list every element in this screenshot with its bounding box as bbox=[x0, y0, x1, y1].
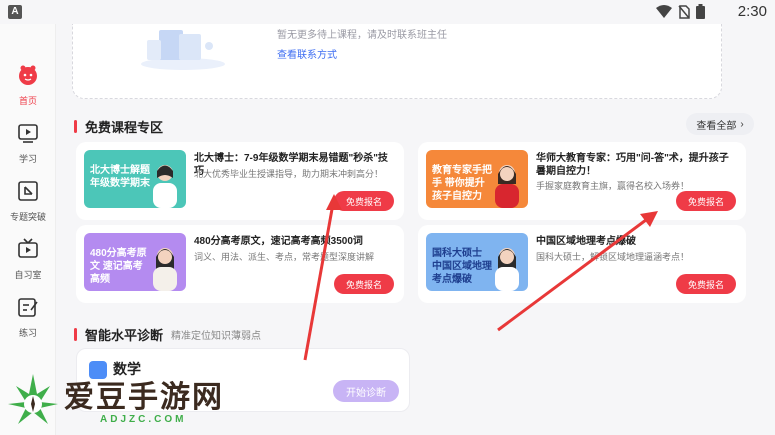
course-description: 词义、用法、派生、考点，常考题型深度讲解 bbox=[194, 252, 375, 262]
course-card[interactable]: 北大博士解题 年级数学期末 北大博士：7-9年级数学期末易错题"秒杀"技巧 北大… bbox=[76, 142, 404, 220]
course-title: 中国区域地理考点爆破 bbox=[536, 236, 636, 247]
free-enroll-button[interactable]: 免费报名 bbox=[334, 274, 394, 294]
view-all-button[interactable]: 查看全部 › bbox=[686, 113, 754, 135]
course-thumbnail: 教育专家手把手 带你提升孩子自控力 bbox=[426, 150, 528, 208]
breakthrough-icon bbox=[18, 181, 38, 201]
battery-icon bbox=[696, 4, 705, 19]
course-thumbnail: 北大博士解题 年级数学期末 bbox=[84, 150, 186, 208]
sidebar-item-label: 学习 bbox=[18, 154, 37, 164]
course-card[interactable]: 480分高考原文 速记高考高频 480分高考原文，速记高考高频3500词 词义、… bbox=[76, 225, 404, 303]
course-thumbnail: 480分高考原文 速记高考高频 bbox=[84, 233, 186, 291]
site-logo-icon bbox=[8, 374, 58, 424]
sidebar-item-study[interactable]: 学习 bbox=[0, 122, 56, 165]
sidebar-item-label: 自习室 bbox=[14, 270, 42, 280]
sidebar-item-label: 专题突破 bbox=[9, 212, 46, 222]
course-card[interactable]: 教育专家手把手 带你提升孩子自控力 华师大教育专家：巧用"问-答"术，提升孩子暑… bbox=[418, 142, 746, 220]
sidebar-item-home[interactable]: 首页 bbox=[0, 64, 56, 107]
free-enroll-button[interactable]: 免费报名 bbox=[676, 191, 736, 211]
teacher-photo bbox=[495, 248, 519, 291]
watermark-title: 爱豆手游网 bbox=[64, 380, 224, 415]
teacher-photo bbox=[153, 165, 177, 208]
clock: 2:30 bbox=[737, 3, 767, 20]
teacher-photo bbox=[153, 248, 177, 291]
chevron-right-icon: › bbox=[740, 118, 744, 130]
empty-course-card: 暂无更多待上课程，请及时联系班主任 查看联系方式 bbox=[72, 24, 722, 99]
section-title: 智能水平诊断 bbox=[85, 328, 164, 343]
thumbnail-caption: 480分高考原文 速记高考高频 bbox=[90, 248, 147, 285]
diagnosis-heading: 智能水平诊断 精准定位知识薄弱点 bbox=[74, 325, 261, 344]
course-title: 华师大教育专家：巧用"问-答"术，提升孩子暑期自控力！ bbox=[536, 153, 729, 177]
site-watermark: 爱豆手游网 ADJZC.COM bbox=[4, 370, 254, 432]
sidebar-item-label: 首页 bbox=[18, 96, 37, 106]
watermark-domain: ADJZC.COM bbox=[100, 414, 187, 425]
thumbnail-caption: 北大博士解题 年级数学期末 bbox=[90, 165, 150, 189]
start-diagnosis-button[interactable]: 开始诊断 bbox=[333, 380, 399, 402]
empty-books-illustration bbox=[141, 30, 225, 70]
thumbnail-caption: 教育专家手把手 带你提升孩子自控力 bbox=[432, 165, 492, 202]
sidebar-item-study-room[interactable]: 自习室 bbox=[0, 238, 56, 281]
free-enroll-button[interactable]: 免费报名 bbox=[676, 274, 736, 294]
teacher-photo bbox=[495, 165, 519, 208]
tv-study-room-icon bbox=[18, 238, 38, 258]
section-title: 免费课程专区 bbox=[85, 120, 164, 135]
free-enroll-button[interactable]: 免费报名 bbox=[334, 191, 394, 211]
view-contact-link[interactable]: 查看联系方式 bbox=[277, 46, 337, 61]
practice-edit-icon bbox=[18, 298, 38, 317]
app-notification-icon: A bbox=[8, 5, 22, 19]
wifi-icon bbox=[656, 4, 672, 18]
course-description: 国科大硕士，解锁区域地理逼涵考点！ bbox=[536, 252, 690, 262]
course-card[interactable]: 国科大硕士 中国区域地理考点爆破 中国区域地理考点爆破 国科大硕士，解锁区域地理… bbox=[418, 225, 746, 303]
empty-state-message: 暂无更多待上课程，请及时联系班主任 bbox=[277, 30, 447, 41]
status-bar: A 2:30 bbox=[0, 0, 775, 24]
no-sim-icon bbox=[678, 4, 690, 19]
sidebar-item-breakthrough[interactable]: 专题突破 bbox=[0, 180, 56, 223]
section-subtitle: 精准定位知识薄弱点 bbox=[171, 331, 262, 342]
course-description: 北大优秀毕业生授课指导，助力期末冲刺高分！ bbox=[194, 169, 384, 179]
sidebar-item-label: 练习 bbox=[18, 328, 37, 338]
view-all-label: 查看全部 bbox=[696, 120, 737, 132]
section-accent-bar bbox=[74, 328, 77, 341]
status-icons bbox=[656, 4, 705, 19]
thumbnail-caption: 国科大硕士 中国区域地理考点爆破 bbox=[432, 248, 492, 285]
free-courses-heading: 免费课程专区 bbox=[74, 117, 163, 136]
course-thumbnail: 国科大硕士 中国区域地理考点爆破 bbox=[426, 233, 528, 291]
home-mascot-icon bbox=[19, 65, 37, 85]
sidebar-item-practice[interactable]: 练习 bbox=[0, 296, 56, 339]
play-video-icon bbox=[18, 124, 38, 143]
section-accent-bar bbox=[74, 120, 77, 133]
course-title: 480分高考原文，速记高考高频3500词 bbox=[194, 236, 363, 247]
